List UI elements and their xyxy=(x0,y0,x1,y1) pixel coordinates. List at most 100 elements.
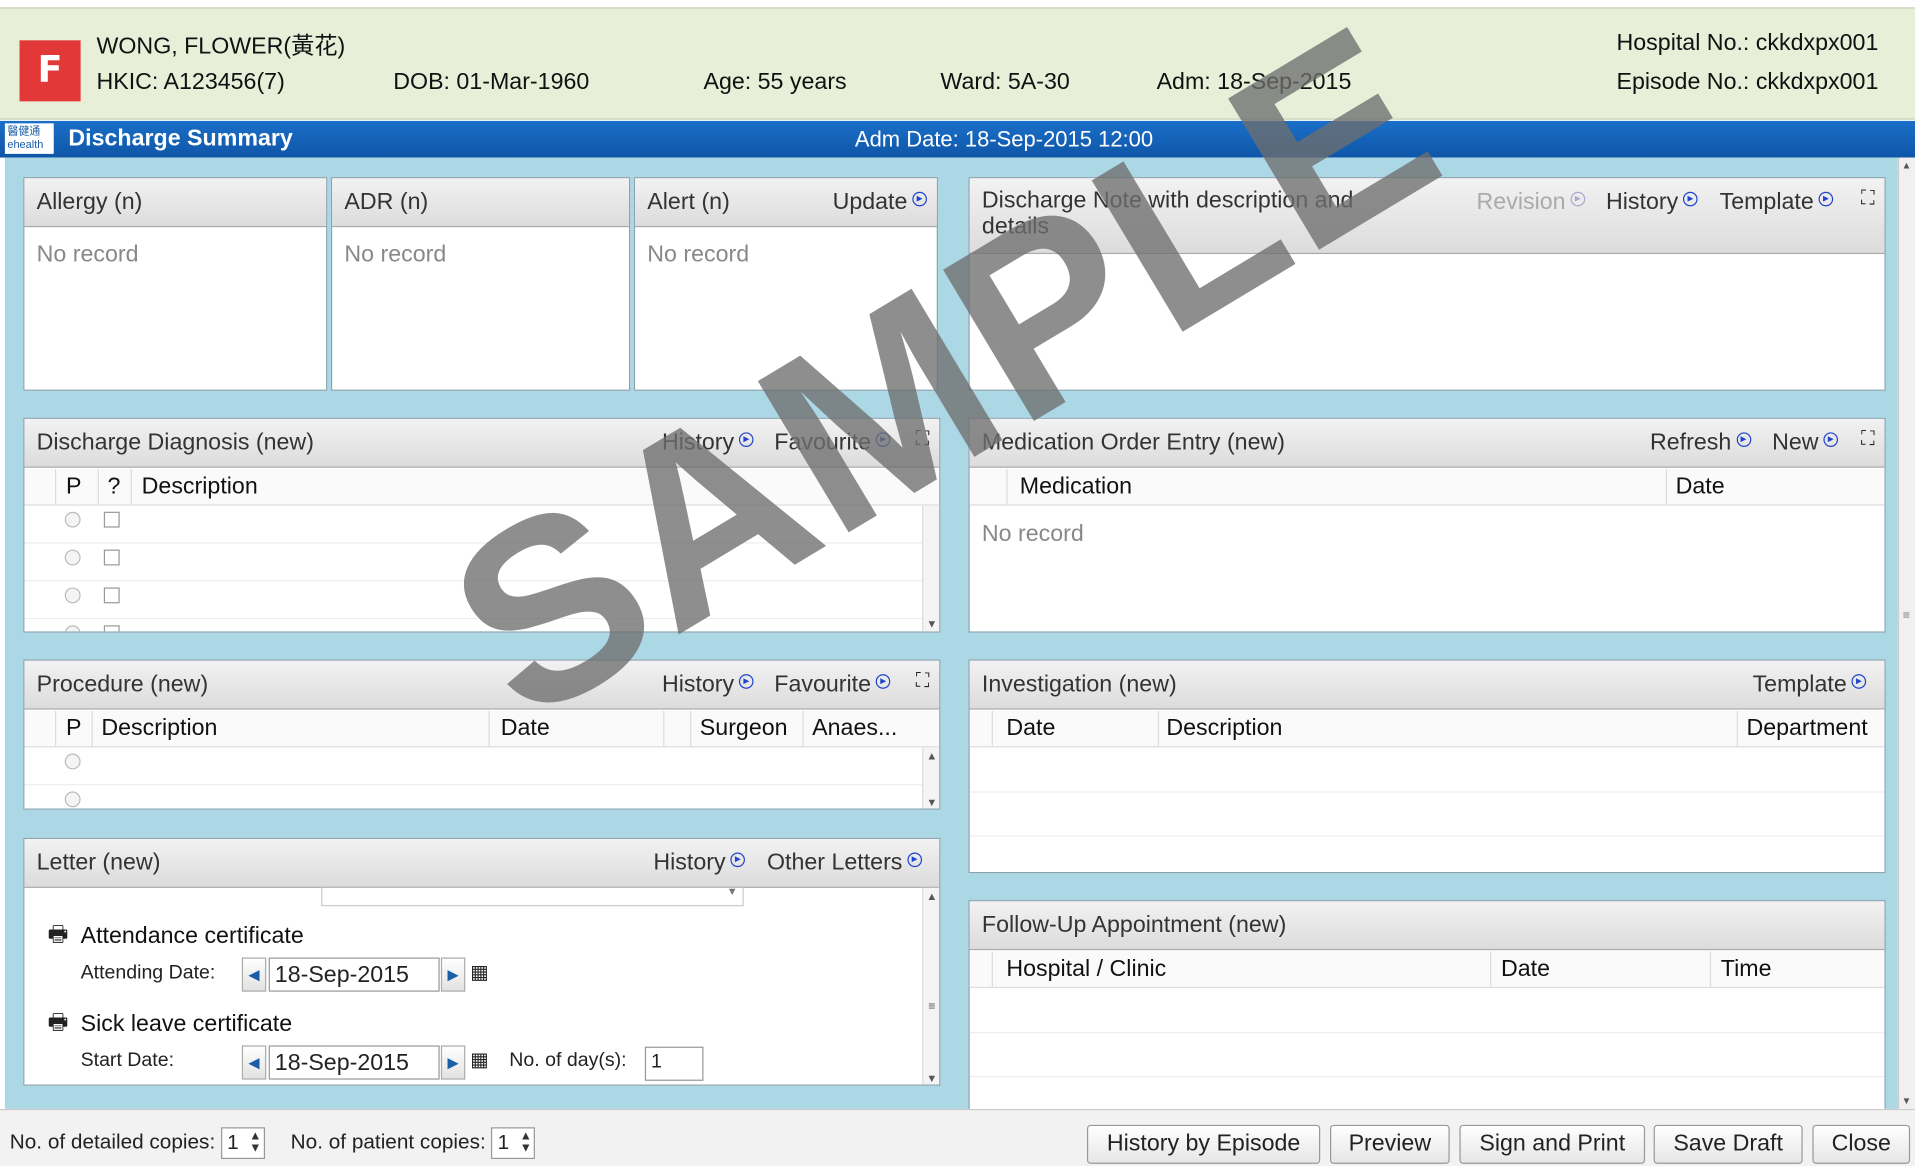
letter-title[interactable]: Letter (new) xyxy=(37,850,161,877)
next-date-button[interactable]: ▶ xyxy=(440,1045,466,1080)
investigation-template-label: Template xyxy=(1752,671,1847,698)
diagnosis-favourite-link[interactable]: Favourite ► xyxy=(774,430,891,457)
primary-radio[interactable] xyxy=(64,511,81,528)
uncertain-checkbox[interactable] xyxy=(103,511,120,528)
start-date-field[interactable]: 18-Sep-2015 xyxy=(268,1045,440,1080)
alert-update-link[interactable]: Update ► xyxy=(833,189,927,216)
table-row[interactable] xyxy=(969,1033,1885,1078)
save-draft-button[interactable]: Save Draft xyxy=(1653,1124,1803,1164)
col-p[interactable]: P xyxy=(66,474,81,501)
calendar-icon[interactable]: ▦ xyxy=(470,960,488,984)
history-by-episode-button[interactable]: History by Episode xyxy=(1086,1124,1321,1164)
diagnosis-header: Discharge Diagnosis (new) History ► Favou… xyxy=(24,418,940,468)
procedure-history-link[interactable]: History ► xyxy=(662,672,754,699)
col-date[interactable]: Date xyxy=(501,716,550,743)
col-description[interactable]: Description xyxy=(101,716,217,743)
preview-button[interactable]: Preview xyxy=(1329,1124,1450,1164)
allergy-title[interactable]: Allergy (n) xyxy=(37,189,143,216)
col-description[interactable]: Description xyxy=(1166,716,1282,743)
prev-date-button[interactable]: ◀ xyxy=(241,957,267,992)
uncertain-checkbox[interactable] xyxy=(103,587,120,604)
printer-icon[interactable]: 🖶 xyxy=(48,1008,69,1045)
letter-header: Letter (new) History ► Other Letters ► xyxy=(24,839,940,888)
attendance-certificate-label[interactable]: Attendance certificate xyxy=(81,923,304,950)
col-date[interactable]: Date xyxy=(1006,716,1055,743)
main-scrollbar[interactable]: ▲ ≡ ▼ xyxy=(1897,157,1915,1109)
table-row[interactable] xyxy=(24,747,940,786)
investigation-title[interactable]: Investigation (new) xyxy=(982,672,1177,699)
col-date[interactable]: Date xyxy=(1501,956,1550,983)
table-row[interactable] xyxy=(969,749,1885,793)
patient-dob: DOB: 01-Mar-1960 xyxy=(393,69,590,96)
col-time[interactable]: Time xyxy=(1721,956,1772,983)
procedure-favourite-link[interactable]: Favourite ► xyxy=(774,672,891,699)
discharge-note-title-line2: details xyxy=(981,213,1050,240)
primary-radio[interactable] xyxy=(64,587,81,604)
col-hospital-clinic[interactable]: Hospital / Clinic xyxy=(1006,956,1166,983)
primary-radio[interactable] xyxy=(64,791,81,808)
col-description[interactable]: Description xyxy=(142,474,258,501)
table-row[interactable] xyxy=(24,785,939,808)
attending-date-field[interactable]: 18-Sep-2015 xyxy=(268,957,440,992)
procedure-scrollbar[interactable]: ▲ ▼ xyxy=(922,747,940,809)
table-row[interactable] xyxy=(24,619,939,632)
col-date[interactable]: Date xyxy=(1676,474,1725,501)
table-row[interactable] xyxy=(969,989,1885,1034)
expand-icon[interactable]: ⛶ xyxy=(1861,188,1875,210)
table-row[interactable] xyxy=(24,506,940,544)
expand-icon[interactable]: ⛶ xyxy=(916,429,930,451)
patient-copies-control: No. of patient copies: 1 ▲ ▼ xyxy=(290,1127,536,1160)
calendar-icon[interactable]: ▦ xyxy=(470,1048,488,1072)
sick-leave-certificate-label[interactable]: Sick leave certificate xyxy=(81,1011,293,1038)
alert-title[interactable]: Alert (n) xyxy=(647,189,730,216)
page-title: Discharge Summary xyxy=(68,125,293,152)
uncertain-checkbox[interactable] xyxy=(103,625,120,632)
col-surgeon[interactable]: Surgeon xyxy=(700,716,788,743)
printer-icon[interactable]: 🖶 xyxy=(48,920,69,957)
col-medication[interactable]: Medication xyxy=(1020,474,1132,501)
stepper-arrows-icon[interactable]: ▲ ▼ xyxy=(249,1130,261,1155)
followup-header: Follow-Up Appointment (new) xyxy=(969,901,1885,951)
note-template-link[interactable]: Template ► xyxy=(1720,189,1834,216)
investigation-template-link[interactable]: Template ► xyxy=(1753,672,1867,699)
days-field[interactable]: 1 xyxy=(644,1046,704,1081)
diagnosis-history-link[interactable]: History ► xyxy=(662,430,754,457)
procedure-title[interactable]: Procedure (new) xyxy=(37,672,209,699)
prev-date-button[interactable]: ◀ xyxy=(241,1045,267,1080)
medication-refresh-link[interactable]: Refresh ► xyxy=(1650,430,1751,457)
col-department[interactable]: Department xyxy=(1746,716,1867,743)
followup-title[interactable]: Follow-Up Appointment (new) xyxy=(982,912,1286,939)
patient-copies-label: No. of patient copies: xyxy=(290,1130,486,1154)
medication-title[interactable]: Medication Order Entry (new) xyxy=(982,430,1285,457)
diagnosis-title[interactable]: Discharge Diagnosis (new) xyxy=(37,430,314,457)
letter-history-link[interactable]: History ► xyxy=(653,850,746,877)
expand-icon[interactable]: ⛶ xyxy=(1861,429,1875,451)
table-row[interactable] xyxy=(24,581,940,620)
table-row[interactable] xyxy=(24,543,940,582)
note-history-link[interactable]: History ► xyxy=(1606,189,1698,216)
table-row[interactable] xyxy=(969,793,1885,837)
close-button[interactable]: Close xyxy=(1812,1124,1911,1164)
letter-scrollbar[interactable]: ▲ ≡ ▼ xyxy=(922,887,940,1085)
letter-select-dropdown[interactable]: ▼ xyxy=(321,885,744,907)
col-anaesthesia[interactable]: Anaes... xyxy=(812,716,897,743)
uncertain-checkbox[interactable] xyxy=(103,549,120,566)
col-flag[interactable]: ? xyxy=(107,474,120,501)
col-p[interactable]: P xyxy=(66,716,81,743)
next-date-button[interactable]: ▶ xyxy=(440,957,466,992)
discharge-note-title[interactable]: Discharge Note with description and deta… xyxy=(982,188,1353,239)
arrow-circle-icon: ► xyxy=(1818,191,1834,207)
stepper-arrows-icon[interactable]: ▲ ▼ xyxy=(520,1130,532,1155)
adr-title[interactable]: ADR (n) xyxy=(344,189,428,216)
primary-radio[interactable] xyxy=(64,625,81,632)
expand-icon[interactable]: ⛶ xyxy=(916,670,930,692)
patient-copies-stepper[interactable]: 1 ▲ ▼ xyxy=(491,1127,536,1160)
sign-and-print-button[interactable]: Sign and Print xyxy=(1459,1124,1646,1164)
detailed-copies-stepper[interactable]: 1 ▲ ▼ xyxy=(220,1127,265,1160)
other-letters-link[interactable]: Other Letters ► xyxy=(767,850,922,877)
primary-radio[interactable] xyxy=(64,753,81,770)
revision-link[interactable]: Revision ► xyxy=(1477,189,1586,216)
primary-radio[interactable] xyxy=(64,549,81,566)
medication-new-link[interactable]: New ► xyxy=(1772,430,1839,457)
diagnosis-scrollbar[interactable]: ▼ xyxy=(922,505,940,632)
